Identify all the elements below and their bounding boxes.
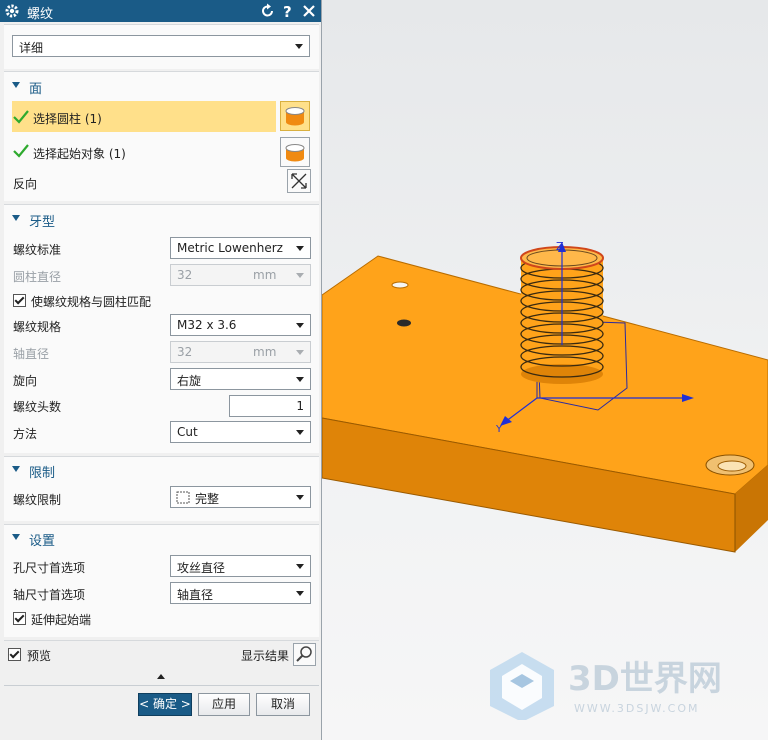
hole-pref-value: 攻丝直径 bbox=[177, 561, 226, 575]
thread-type-section-title: 牙型 bbox=[29, 215, 56, 230]
match-spec-label: 使螺纹规格与圆柱匹配 bbox=[31, 295, 152, 309]
reset-icon[interactable] bbox=[259, 2, 277, 20]
divider bbox=[4, 685, 319, 686]
cylinder-diameter-unit: mm bbox=[253, 268, 277, 282]
thread-limit-label: 螺纹限制 bbox=[13, 493, 62, 507]
reverse-direction-button[interactable] bbox=[287, 169, 311, 193]
cylinder-icon bbox=[285, 107, 305, 126]
close-icon[interactable] bbox=[300, 2, 318, 20]
y-axis-label: Y bbox=[495, 424, 503, 435]
collapse-triangle-icon bbox=[12, 215, 20, 221]
check-mark-icon bbox=[13, 110, 29, 124]
thread-starts-input[interactable]: 1 bbox=[229, 395, 311, 417]
extend-start-label: 延伸起始端 bbox=[31, 613, 92, 627]
apply-button[interactable]: 应用 bbox=[198, 693, 250, 716]
hole-pref-label: 孔尺寸首选项 bbox=[13, 561, 86, 575]
shaft-diameter-label: 轴直径 bbox=[13, 347, 50, 361]
chevron-down-icon bbox=[295, 44, 303, 49]
chevron-down-icon bbox=[296, 495, 304, 500]
thread-hand-select[interactable]: 右旋 bbox=[170, 368, 311, 390]
preview-label: 预览 bbox=[27, 649, 52, 663]
thread-starts-value: 1 bbox=[296, 399, 304, 413]
magnifier-icon bbox=[296, 646, 312, 662]
dialog-titlebar[interactable]: 螺纹 ? bbox=[0, 0, 321, 22]
chevron-down-icon bbox=[296, 430, 304, 435]
watermark-title: 3D世界网 bbox=[568, 659, 722, 699]
collapse-triangle-icon bbox=[12, 466, 20, 472]
method-label: 方法 bbox=[13, 427, 38, 441]
type-select[interactable]: 详细 bbox=[12, 35, 310, 57]
method-value: Cut bbox=[177, 425, 198, 439]
select-cylinder-button[interactable] bbox=[280, 101, 310, 131]
thread-spec-select[interactable]: M32 x 3.6 bbox=[170, 314, 311, 336]
cylinder-icon bbox=[285, 144, 305, 162]
hand-label: 旋向 bbox=[13, 374, 38, 388]
collapse-triangle-icon bbox=[12, 534, 20, 540]
hole-pref-select[interactable]: 攻丝直径 bbox=[170, 555, 311, 577]
standard-label: 螺纹标准 bbox=[13, 243, 62, 257]
svg-text:?: ? bbox=[283, 3, 292, 20]
shaft-diameter-unit: mm bbox=[253, 345, 277, 359]
thread-limit-select[interactable]: 完整 bbox=[170, 486, 311, 508]
chevron-down-icon bbox=[296, 350, 304, 355]
show-result-button[interactable] bbox=[293, 643, 316, 666]
shaft-pref-select[interactable]: 轴直径 bbox=[170, 582, 311, 604]
thread-spec-value: M32 x 3.6 bbox=[177, 318, 237, 332]
full-limit-icon bbox=[176, 491, 190, 504]
cancel-button[interactable]: 取消 bbox=[256, 693, 310, 716]
reverse-label: 反向 bbox=[13, 177, 38, 191]
watermark-url: WWW.3DSJW.COM bbox=[574, 702, 700, 715]
match-spec-checkbox[interactable] bbox=[13, 294, 26, 307]
check-mark-icon bbox=[13, 144, 29, 158]
cylinder-diameter-value: 32 bbox=[177, 268, 193, 282]
reverse-arrows-icon bbox=[291, 173, 307, 189]
thread-standard-select[interactable]: Metric Lowenherz bbox=[170, 237, 311, 259]
extend-start-checkbox[interactable] bbox=[13, 612, 26, 625]
spec-label: 螺纹规格 bbox=[13, 320, 62, 334]
thread-dialog: 螺纹 ? 详细 面 选择圆柱 (1) 选择起始对象 (1) 反向 牙型 螺纹标准… bbox=[0, 0, 322, 740]
limits-section-title: 限制 bbox=[29, 466, 56, 481]
face-section-title: 面 bbox=[29, 82, 43, 97]
method-select[interactable]: Cut bbox=[170, 421, 311, 443]
starts-label: 螺纹头数 bbox=[13, 400, 62, 414]
show-result-label: 显示结果 bbox=[241, 649, 290, 663]
shaft-diameter-value: 32 bbox=[177, 345, 193, 359]
collapse-triangle-icon bbox=[12, 82, 20, 88]
shaft-pref-label: 轴尺寸首选项 bbox=[13, 588, 86, 602]
shaft-pref-value: 轴直径 bbox=[177, 588, 214, 602]
thread-standard-value: Metric Lowenherz bbox=[177, 241, 283, 255]
cylinder-diameter-label: 圆柱直径 bbox=[13, 270, 62, 284]
ok-button[interactable]: < 确定 > bbox=[138, 693, 192, 716]
chevron-down-icon bbox=[296, 273, 304, 278]
chevron-down-icon bbox=[296, 323, 304, 328]
chevron-down-icon bbox=[296, 377, 304, 382]
settings-section-title: 设置 bbox=[29, 534, 56, 549]
chevron-down-icon bbox=[296, 246, 304, 251]
z-axis-label: Z bbox=[556, 240, 564, 253]
select-start-label: 选择起始对象 (1) bbox=[33, 147, 126, 161]
preview-checkbox[interactable] bbox=[8, 648, 21, 661]
type-select-value: 详细 bbox=[19, 41, 44, 55]
cylinder-diameter-field: 32 mm bbox=[170, 264, 311, 286]
select-cylinder-label: 选择圆柱 (1) bbox=[33, 112, 102, 126]
collapse-up-icon[interactable] bbox=[156, 673, 166, 680]
thread-limit-value: 完整 bbox=[195, 492, 220, 506]
chevron-down-icon bbox=[296, 564, 304, 569]
gear-icon bbox=[5, 4, 19, 18]
thread-hand-value: 右旋 bbox=[177, 374, 202, 388]
dialog-title: 螺纹 bbox=[27, 7, 54, 22]
shaft-diameter-field: 32 mm bbox=[170, 341, 311, 363]
chevron-down-icon bbox=[296, 591, 304, 596]
select-start-button[interactable] bbox=[280, 137, 310, 167]
face-section bbox=[4, 71, 319, 201]
help-icon[interactable]: ? bbox=[279, 2, 297, 20]
